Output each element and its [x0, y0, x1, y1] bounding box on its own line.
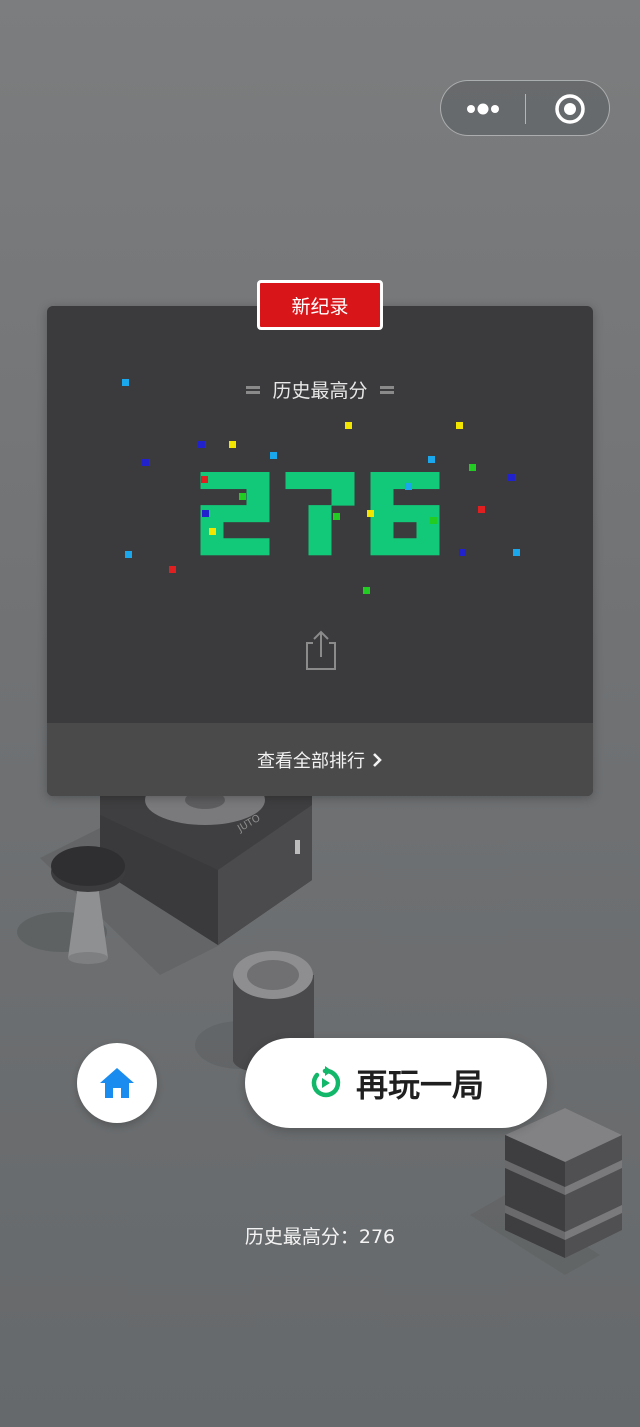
score-pixel — [246, 472, 270, 490]
confetti-piece — [209, 528, 216, 535]
confetti-piece — [456, 422, 463, 429]
confetti-piece — [169, 566, 176, 573]
confetti-piece — [270, 452, 277, 459]
confetti-piece — [229, 441, 236, 448]
confetti-piece — [508, 474, 515, 481]
score-pixel — [393, 505, 417, 523]
confetti-piece — [459, 549, 466, 556]
share-icon — [306, 630, 336, 670]
bottom-high-score: 历史最高分：276 — [0, 1222, 640, 1249]
confetti-piece — [430, 517, 437, 524]
target-circle-icon — [555, 94, 585, 124]
share-button[interactable] — [304, 629, 338, 671]
score-pixel — [246, 505, 270, 523]
confetti-piece — [469, 464, 476, 471]
confetti-piece — [367, 510, 374, 517]
score-digits — [200, 472, 440, 556]
home-button[interactable] — [77, 1043, 157, 1123]
close-button[interactable] — [526, 81, 611, 137]
score-pixel — [370, 488, 394, 506]
play-again-button[interactable]: 再玩一局 — [245, 1038, 547, 1128]
score-pixel — [246, 488, 270, 506]
view-all-ranking-label: 查看全部排行 — [257, 750, 365, 772]
score-pixel — [370, 472, 394, 490]
miniprogram-capsule — [440, 80, 610, 136]
home-icon — [100, 1068, 134, 1098]
score-pixel — [416, 472, 440, 490]
score-pixel — [308, 538, 332, 556]
confetti-piece — [122, 379, 129, 386]
confetti-piece — [345, 422, 352, 429]
more-dots-icon — [467, 103, 499, 115]
score-pixel — [331, 488, 355, 506]
confetti-piece — [513, 549, 520, 556]
score-pixel — [308, 472, 332, 490]
new-record-badge: 新纪录 — [257, 280, 383, 330]
confetti-piece — [363, 587, 370, 594]
confetti-piece — [333, 513, 340, 520]
score-pixel — [331, 472, 355, 490]
score-pixel — [308, 521, 332, 539]
confetti-piece — [405, 483, 412, 490]
score-card: 历史最高分 查看全部排行 — [47, 306, 593, 796]
confetti-and-score — [122, 379, 520, 594]
bottom-high-score-value: 276 — [358, 1226, 396, 1248]
play-again-label: 再玩一局 — [355, 1066, 484, 1104]
confetti-piece — [201, 476, 208, 483]
score-pixel — [393, 538, 417, 556]
score-pixel — [308, 505, 332, 523]
score-pixel — [285, 472, 309, 490]
confetti-piece — [239, 493, 246, 500]
score-pixel — [223, 505, 247, 523]
score-pixel — [246, 538, 270, 556]
confetti-piece — [142, 459, 149, 466]
score-pixel — [416, 521, 440, 539]
card-footer: 查看全部排行 — [47, 723, 593, 796]
confetti-piece — [428, 456, 435, 463]
score-pixel — [370, 521, 394, 539]
confetti-piece — [478, 506, 485, 513]
more-button[interactable] — [441, 81, 526, 137]
chevron-right-icon — [373, 752, 382, 767]
score-pixel — [223, 472, 247, 490]
confetti-piece — [202, 510, 209, 517]
replay-icon — [311, 1066, 341, 1098]
score-pixel — [416, 538, 440, 556]
view-all-ranking-link[interactable]: 查看全部排行 — [47, 723, 593, 796]
confetti-piece — [125, 551, 132, 558]
score-pixel — [370, 538, 394, 556]
score-pixel — [223, 538, 247, 556]
bottom-high-score-label: 历史最高分： — [244, 1226, 359, 1248]
score-pixel — [200, 538, 224, 556]
confetti-piece — [198, 441, 205, 448]
